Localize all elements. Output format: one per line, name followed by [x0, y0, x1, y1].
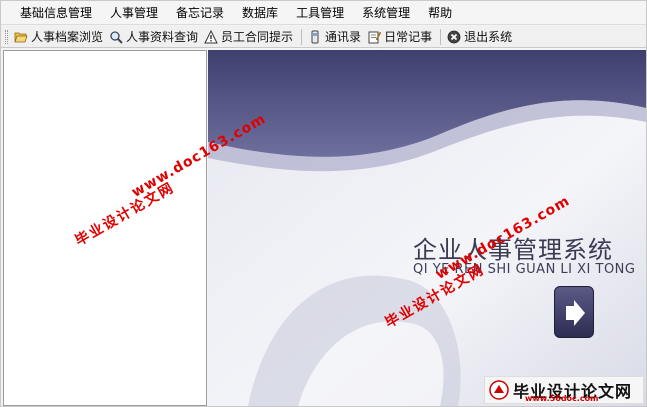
menu-system[interactable]: 系统管理: [353, 1, 419, 25]
menu-tools[interactable]: 工具管理: [287, 1, 353, 25]
arrow-right-icon: [566, 300, 585, 326]
daily-notes-label: 日常记事: [384, 30, 433, 44]
daily-notes-button[interactable]: 日常记事: [365, 27, 436, 47]
exit-system-button[interactable]: 退出系统: [445, 27, 516, 47]
contract-alert-button[interactable]: 员工合同提示: [202, 27, 297, 47]
menu-database[interactable]: 数据库: [233, 1, 287, 25]
menu-memo[interactable]: 备忘记录: [167, 1, 233, 25]
menu-hr[interactable]: 人事管理: [101, 1, 167, 25]
address-book-button[interactable]: 通讯录: [306, 27, 365, 47]
site-logo-icon: [489, 380, 509, 400]
enter-system-button[interactable]: [554, 286, 594, 338]
splash-panel: 企业人事管理系统 QI YE REN SHI GUAN LI XI TONG: [208, 50, 646, 406]
contract-alert-label: 员工合同提示: [221, 30, 294, 44]
address-book-label: 通讯录: [325, 30, 362, 44]
site-badge: 毕业设计论文网 www.56doc.com: [484, 376, 644, 404]
menu-help[interactable]: 帮助: [419, 1, 461, 25]
folder-open-icon: [14, 32, 28, 42]
splash-background: [208, 50, 646, 406]
toolbar-separator: [301, 28, 303, 45]
toolbar-separator: [440, 28, 442, 45]
info-query-button[interactable]: 人事资料查询: [107, 27, 202, 47]
menu-basic-info[interactable]: 基础信息管理: [11, 1, 101, 25]
badge-url: www.56doc.com: [525, 394, 599, 403]
app-window: 基础信息管理 人事管理 备忘记录 数据库 工具管理 系统管理 帮助 人事档案浏览…: [0, 0, 647, 407]
magnifier-icon: [110, 30, 123, 44]
notepad-icon: [368, 31, 382, 43]
info-query-label: 人事资料查询: [126, 30, 199, 44]
warning-icon: [204, 29, 218, 43]
toolbar: 人事档案浏览 人事资料查询 员工合同提示 通讯录 日常记事 退出系统: [1, 26, 646, 48]
menu-bar: 基础信息管理 人事管理 备忘记录 数据库 工具管理 系统管理 帮助: [1, 1, 646, 25]
toolbar-grip[interactable]: [5, 29, 8, 44]
exit-system-label: 退出系统: [464, 30, 513, 44]
archive-browse-button[interactable]: 人事档案浏览: [12, 27, 107, 47]
exit-icon: [447, 30, 461, 43]
phone-icon: [311, 30, 319, 43]
archive-browse-label: 人事档案浏览: [31, 30, 104, 44]
